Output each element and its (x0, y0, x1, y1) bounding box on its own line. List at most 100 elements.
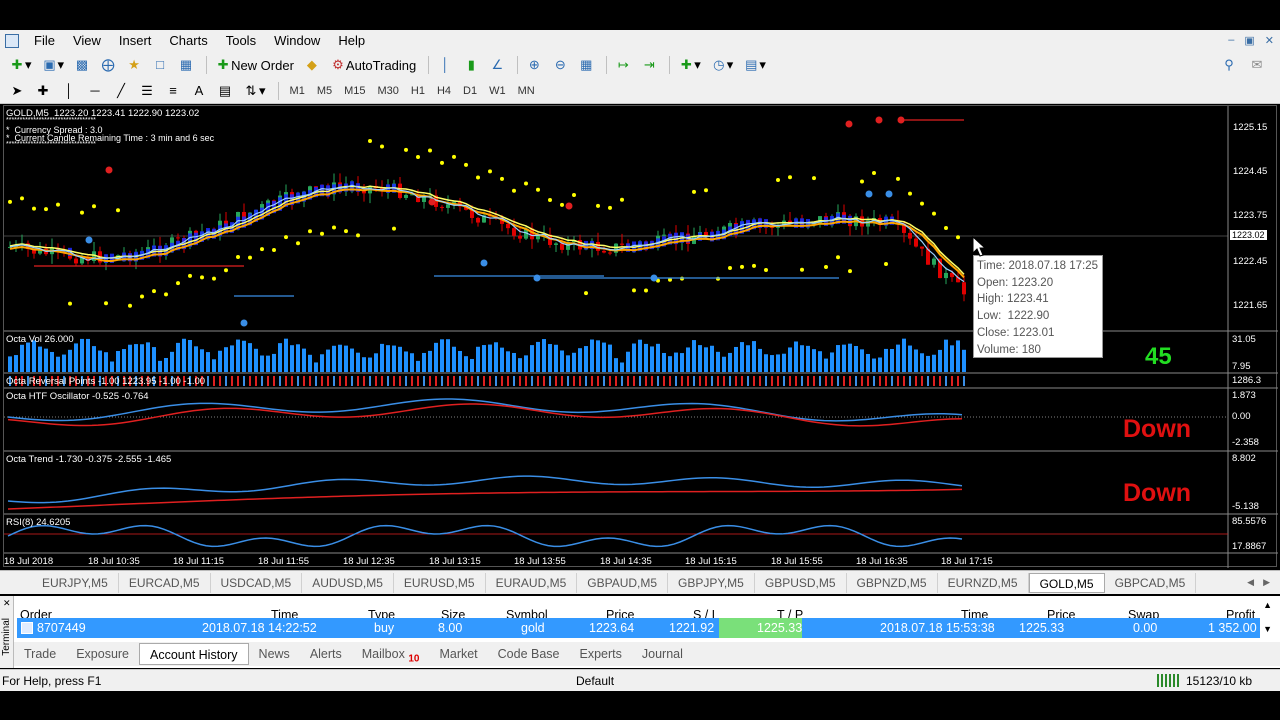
menu-charts[interactable]: Charts (160, 30, 216, 52)
sar-dot (8, 199, 12, 204)
zoom-in-button[interactable]: ⊕ (523, 55, 545, 75)
chart-tab-gbpjpy[interactable]: GBPJPY,M5 (668, 572, 755, 593)
reversal-bar (285, 376, 287, 386)
chart-tab-eurcad[interactable]: EURCAD,M5 (119, 572, 211, 593)
line-chart-button[interactable]: ∠ (486, 55, 508, 75)
auto-scroll-button[interactable]: ↦ (612, 55, 634, 75)
tab-alerts[interactable]: Alerts (300, 643, 352, 665)
sar-dot (200, 275, 204, 280)
timeframe-h1[interactable]: H1 (405, 85, 431, 97)
scroll-up-icon[interactable]: ▲ (1263, 600, 1272, 610)
bar-chart-button[interactable]: │ (434, 55, 456, 75)
volume-bar (314, 362, 318, 372)
timeframe-h4[interactable]: H4 (431, 85, 457, 97)
autotrading-button[interactable]: ⚙ AutoTrading (327, 55, 419, 75)
data-window-button[interactable]: ⨁ (97, 55, 119, 75)
sar-dot (236, 254, 240, 259)
chart-tab-eurusd[interactable]: EURUSD,M5 (394, 572, 486, 593)
chart-tab-gbpnzd[interactable]: GBPNZD,M5 (847, 572, 938, 593)
volume-bar (782, 353, 786, 372)
tab-code-base[interactable]: Code Base (488, 643, 570, 665)
menu-file[interactable]: File (25, 30, 64, 52)
text-label-icon: ▤ (218, 82, 232, 98)
reversal-bar (261, 376, 263, 386)
vertical-line-button[interactable]: │ (58, 81, 80, 101)
volume-bar (638, 339, 642, 372)
chart-tab-gbpcad[interactable]: GBPCAD,M5 (1105, 572, 1197, 593)
scroll-down-icon[interactable]: ▼ (1263, 624, 1272, 634)
text-label-button[interactable]: ▤ (214, 81, 236, 101)
channel-button[interactable]: ☰ (136, 81, 158, 101)
reversal-bar (927, 376, 929, 386)
volume-bar (776, 354, 780, 372)
templates-button[interactable]: ▤ ▾ (740, 55, 769, 75)
timeframe-m1[interactable]: M1 (284, 85, 311, 97)
tester-button[interactable]: ▦ (175, 55, 197, 75)
tab-trade[interactable]: Trade (14, 643, 66, 665)
tile-windows-button[interactable]: ▦ (575, 55, 597, 75)
reversal-bar (219, 376, 221, 386)
scroll-right-icon[interactable]: ▶ (1263, 577, 1270, 588)
tooltip-close: Close: 1223.01 (977, 326, 1055, 339)
tab-news[interactable]: News (249, 643, 300, 665)
menu-view[interactable]: View (64, 30, 110, 52)
trend-signal: Down (1123, 479, 1192, 507)
tab-account-history[interactable]: Account History (139, 643, 249, 665)
menu-insert[interactable]: Insert (110, 30, 161, 52)
chart-tab-gold[interactable]: GOLD,M5 (1028, 572, 1105, 593)
tab-mailbox[interactable]: Mailbox 10 (352, 643, 430, 665)
menu-help[interactable]: Help (329, 30, 374, 52)
cursor-button[interactable]: ➤ (6, 81, 28, 101)
restore-icon[interactable]: ▣ (1244, 34, 1254, 47)
tab-journal[interactable]: Journal (632, 643, 693, 665)
metaeditor-button[interactable]: ◆ (301, 55, 323, 75)
menu-window[interactable]: Window (265, 30, 329, 52)
new-order-button[interactable]: ✚ New Order (212, 55, 297, 75)
timeframe-mn[interactable]: MN (512, 85, 541, 97)
profiles-button[interactable]: ▣ ▾ (39, 55, 68, 75)
indicators-button[interactable]: ✚ ▾ (675, 55, 704, 75)
timeframe-m30[interactable]: M30 (372, 85, 405, 97)
minimize-icon[interactable]: – (1228, 34, 1234, 47)
chat-button[interactable]: ✉ (1246, 55, 1268, 75)
chart-tab-gbpaud[interactable]: GBPAUD,M5 (577, 572, 669, 593)
horizontal-line-button[interactable]: ─ (84, 81, 106, 101)
chart-tab-eurjpy[interactable]: EURJPY,M5 (32, 572, 119, 593)
arrows-button[interactable]: ⇅ ▾ (240, 81, 269, 101)
close-icon[interactable]: ✕ (1265, 34, 1274, 47)
tab-exposure[interactable]: Exposure (66, 643, 139, 665)
tab-market[interactable]: Market (429, 643, 487, 665)
chart-tab-gbpusd[interactable]: GBPUSD,M5 (755, 572, 847, 593)
timeframe-m15[interactable]: M15 (338, 85, 371, 97)
crosshair-button[interactable]: ✚ (32, 81, 54, 101)
zoom-out-button[interactable]: ⊖ (549, 55, 571, 75)
reversal-bar (363, 376, 365, 386)
tab-experts[interactable]: Experts (570, 643, 632, 665)
timeframe-d1[interactable]: D1 (457, 85, 483, 97)
terminal-panel: Terminal ✕ Order Time Type Size Symbol P… (0, 596, 1280, 668)
fibonacci-button[interactable]: ≡ (162, 81, 184, 101)
navigator-button[interactable]: ★ (123, 55, 145, 75)
chart-tab-usdcad[interactable]: USDCAD,M5 (211, 572, 303, 593)
market-watch-button[interactable]: ▩ (71, 55, 93, 75)
new-chart-button[interactable]: ✚ ▾ (6, 55, 35, 75)
text-button[interactable]: A (188, 81, 210, 101)
chart-shift-button[interactable]: ⇥ (638, 55, 660, 75)
scroll-left-icon[interactable]: ◀ (1247, 577, 1254, 588)
reversal-bar (615, 376, 617, 386)
menu-tools[interactable]: Tools (217, 30, 265, 52)
chart-tab-eurnzd[interactable]: EURNZD,M5 (938, 572, 1029, 593)
timeframe-w1[interactable]: W1 (483, 85, 512, 97)
plus-icon: ✚ (11, 57, 23, 72)
stars-line: ********************************* (6, 117, 96, 124)
trendline-button[interactable]: ╱ (110, 81, 132, 101)
terminal-button[interactable]: □ (149, 55, 171, 75)
sar-dot (608, 205, 612, 210)
search-button[interactable]: ⚲ (1218, 55, 1240, 75)
periods-button[interactable]: ◷ ▾ (708, 55, 737, 75)
chart-tab-euraud[interactable]: EURAUD,M5 (486, 572, 578, 593)
close-icon[interactable]: ✕ (3, 598, 11, 609)
chart-tab-audusd[interactable]: AUDUSD,M5 (302, 572, 394, 593)
timeframe-m5[interactable]: M5 (311, 85, 338, 97)
candlestick-button[interactable]: ▮ (460, 55, 482, 75)
